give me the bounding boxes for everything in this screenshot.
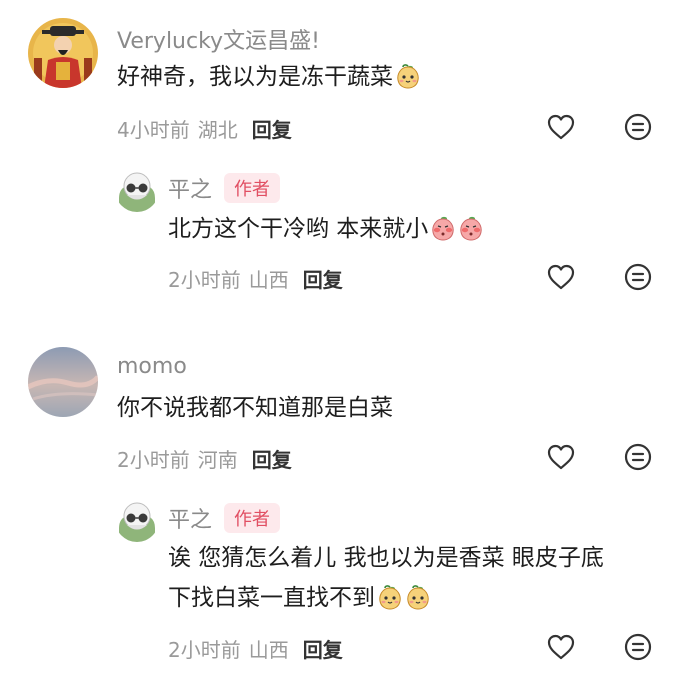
reply-button[interactable]: 回复 [252, 118, 292, 142]
comment-location: 河南 [197, 448, 238, 472]
author-badge: 作者 [224, 503, 281, 533]
heart-outline-icon[interactable] [546, 442, 576, 472]
comment-item: momo 你不说我都不知道那是白菜 2小时前 河南 回复 平之 作者 诶 您猜怎么着儿… [0, 340, 690, 683]
reply-username-text[interactable]: 平之 [168, 178, 212, 203]
comment-menu-icon[interactable] [623, 112, 653, 142]
username[interactable]: Verylucky文运昌盛! [117, 23, 320, 55]
reply-text-content: 北方这个干冷哟 本来就小 [168, 216, 429, 242]
comment-item: Verylucky文运昌盛! 好神奇，我以为是冻干蔬菜 4小时前 湖北 回复 平之作… [0, 0, 690, 300]
avatar-wealth-god-image [28, 18, 98, 88]
comment-menu-icon[interactable] [623, 442, 653, 472]
comment-location: 湖北 [197, 118, 238, 142]
heart-outline-icon[interactable] [546, 632, 576, 662]
username[interactable]: momo [117, 354, 187, 379]
avatar[interactable] [28, 347, 98, 417]
comment-time: 4小时前 [117, 118, 190, 142]
reply-text: 诶 您猜怎么着儿 我也以为是香菜 眼皮子底 下找白菜一直找不到 [168, 538, 678, 618]
heart-outline-icon[interactable] [546, 112, 576, 142]
reply-username-text[interactable]: 平之 [168, 508, 212, 533]
comment-menu-icon[interactable] [623, 262, 653, 292]
comment-text-content: 你不说我都不知道那是白菜 [117, 395, 393, 421]
comment-menu-icon[interactable] [623, 632, 653, 662]
reply-text-line: 下找白菜一直找不到 [168, 578, 678, 618]
reply-avatar[interactable] [115, 168, 159, 212]
avatar-grandpa-image [115, 168, 159, 212]
reply-username: 平之 作者 [168, 172, 281, 204]
comment-meta: 4小时前 湖北 回复 [117, 114, 292, 143]
blushing-peach-emoji [458, 215, 484, 241]
reply-time: 2小时前 [168, 638, 241, 662]
avatar[interactable] [28, 18, 98, 88]
avatar-grandpa-image [115, 498, 159, 542]
author-badge: 作者 [224, 173, 281, 203]
reply-meta: 2小时前 山西 回复 [168, 264, 343, 293]
reply-time: 2小时前 [168, 268, 241, 292]
comment-text: 好神奇，我以为是冻干蔬菜 [117, 57, 421, 97]
reply-text: 北方这个干冷哟 本来就小 [168, 209, 484, 249]
peach-face-emoji [405, 584, 431, 610]
reply-location: 山西 [248, 268, 289, 292]
reply-location: 山西 [248, 638, 289, 662]
comment-time: 2小时前 [117, 448, 190, 472]
reply-username: 平之 作者 [168, 502, 281, 534]
reply-text-line: 诶 您猜怎么着儿 我也以为是香菜 眼皮子底 [168, 545, 604, 571]
reply-avatar[interactable] [115, 498, 159, 542]
comment-text: 你不说我都不知道那是白菜 [117, 388, 393, 428]
peach-face-emoji [395, 63, 421, 89]
peach-face-emoji [377, 584, 403, 610]
heart-outline-icon[interactable] [546, 262, 576, 292]
reply-meta: 2小时前 山西 回复 [168, 634, 343, 663]
reply-button[interactable]: 回复 [252, 448, 292, 472]
blushing-peach-emoji [430, 215, 456, 241]
avatar-sky-image [28, 347, 98, 417]
reply-text-content: 下找白菜一直找不到 [168, 585, 375, 611]
comment-meta: 2小时前 河南 回复 [117, 444, 292, 473]
comment-text-content: 好神奇，我以为是冻干蔬菜 [117, 64, 393, 90]
reply-button[interactable]: 回复 [303, 268, 343, 292]
reply-button[interactable]: 回复 [303, 638, 343, 662]
